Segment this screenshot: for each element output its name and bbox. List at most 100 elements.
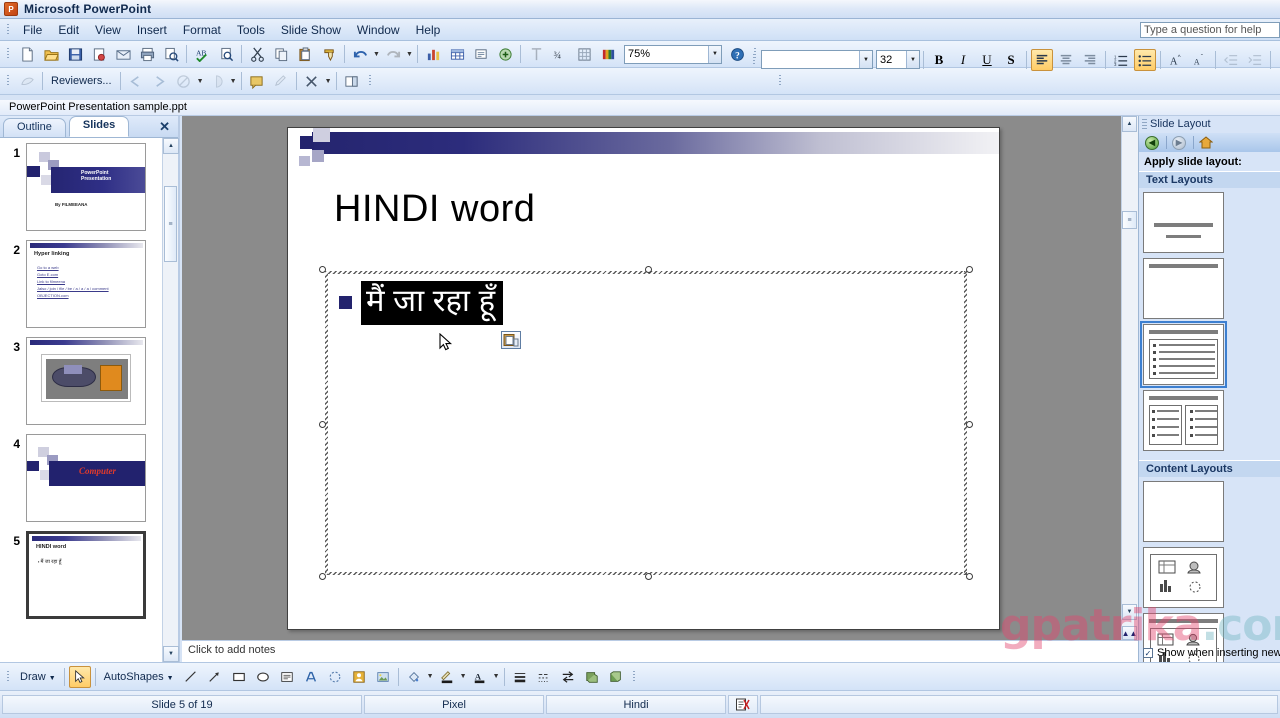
layout-title-only[interactable] — [1143, 258, 1224, 319]
drawing-toolbar-gripper[interactable] — [5, 669, 12, 685]
apply-dropdown-icon[interactable]: ▼ — [196, 71, 205, 91]
resize-handle[interactable] — [319, 266, 326, 273]
new-icon[interactable] — [16, 43, 38, 65]
list-item[interactable]: 1 PowerPoint Presentation By FILMEEANA — [0, 138, 162, 231]
menu-help[interactable]: Help — [408, 21, 449, 39]
permission-icon[interactable] — [88, 43, 110, 65]
layout-title-slide[interactable] — [1143, 192, 1224, 253]
font-size-dropdown-icon[interactable]: ▼ — [906, 51, 919, 68]
formatting-toolbar-gripper[interactable] — [777, 73, 784, 89]
decrease-font-icon[interactable]: Aˇ — [1189, 49, 1211, 71]
font-color-icon[interactable]: A — [469, 666, 491, 688]
undo-icon[interactable] — [349, 43, 371, 65]
previous-item-icon[interactable] — [125, 70, 147, 92]
edit-comment-icon[interactable] — [270, 70, 292, 92]
bullets-icon[interactable] — [1134, 48, 1156, 71]
list-item[interactable]: 4 Computer — [0, 425, 162, 522]
redo-icon[interactable] — [382, 43, 404, 65]
grayscale-icon[interactable]: ¾ — [549, 43, 571, 65]
fill-color-icon[interactable] — [403, 666, 425, 688]
thumbnail-scrollbar[interactable]: ▲ ≡ ▼ — [162, 138, 179, 662]
menu-slide-show[interactable]: Slide Show — [273, 21, 349, 39]
next-item-icon[interactable] — [149, 70, 171, 92]
menu-edit[interactable]: Edit — [50, 21, 87, 39]
slide-thumbnail-1[interactable]: PowerPoint Presentation By FILMEEANA — [26, 143, 146, 231]
save-icon[interactable] — [64, 43, 86, 65]
drawing-overflow-gripper[interactable] — [631, 669, 638, 685]
show-when-inserting-checkbox[interactable]: ✓ Show when inserting new slides — [1143, 647, 1280, 659]
menu-insert[interactable]: Insert — [129, 21, 175, 39]
oval-icon[interactable] — [252, 666, 274, 688]
line-icon[interactable] — [180, 666, 202, 688]
paste-options-icon[interactable] — [501, 331, 521, 349]
layout-content[interactable] — [1143, 547, 1224, 608]
checkbox-box[interactable]: ✓ — [1143, 648, 1153, 658]
slide-body-placeholder[interactable]: मैं जा रहा हूँ — [319, 266, 973, 580]
menu-file[interactable]: File — [15, 21, 50, 39]
cut-icon[interactable] — [246, 43, 268, 65]
unapply-dropdown-icon[interactable]: ▼ — [229, 71, 238, 91]
fill-color-dropdown-icon[interactable]: ▼ — [426, 667, 435, 687]
thumbnail-list[interactable]: 1 PowerPoint Presentation By FILMEEANA 2… — [0, 138, 162, 662]
scrollbar-thumb[interactable]: ≡ — [164, 186, 177, 262]
show-formatting-icon[interactable] — [525, 43, 547, 65]
reviewing-overflow-gripper[interactable] — [367, 73, 374, 89]
underline-button[interactable]: U — [976, 49, 998, 71]
slide-thumbnail-3[interactable] — [26, 337, 146, 425]
resize-handle[interactable] — [966, 266, 973, 273]
spelling-icon[interactable]: AB — [191, 43, 213, 65]
zoom-combo[interactable]: 75% ▼ — [624, 44, 722, 64]
resize-handle[interactable] — [645, 266, 652, 273]
scroll-up-button[interactable]: ▲ — [163, 138, 179, 154]
numbering-icon[interactable]: 123 — [1110, 49, 1132, 71]
scroll-down-button[interactable]: ▼ — [163, 646, 179, 662]
layout-title-and-text[interactable] — [1140, 321, 1227, 388]
scroll-up-button[interactable]: ▲ — [1122, 116, 1137, 132]
menu-gripper[interactable] — [5, 22, 12, 38]
decrease-indent-icon[interactable] — [1220, 49, 1242, 71]
undo-dropdown-icon[interactable]: ▼ — [372, 44, 381, 64]
delete-comment-icon[interactable] — [301, 70, 323, 92]
italic-button[interactable]: I — [952, 49, 974, 71]
insert-clip-art-icon[interactable] — [348, 666, 370, 688]
rectangle-icon[interactable] — [228, 666, 250, 688]
revisions-pane-icon[interactable] — [341, 70, 363, 92]
slide-vertical-scrollbar[interactable]: ▲ ≡ ▼ ▲▲ ▼▼ — [1121, 116, 1138, 662]
shadow-style-icon[interactable] — [581, 666, 603, 688]
delete-comment-dropdown-icon[interactable]: ▼ — [324, 71, 333, 91]
align-right-icon[interactable] — [1079, 49, 1101, 71]
line-color-icon[interactable] — [436, 666, 458, 688]
shadow-button[interactable]: S — [1000, 49, 1022, 71]
menu-tools[interactable]: Tools — [229, 21, 273, 39]
slide-thumbnail-5[interactable]: HINDI word ▪ मैं जा रहा हूँ — [26, 531, 146, 619]
center-icon[interactable] — [1055, 49, 1077, 71]
copy-icon[interactable] — [270, 43, 292, 65]
menu-window[interactable]: Window — [349, 21, 408, 39]
expand-all-icon[interactable] — [494, 43, 516, 65]
draw-menu-button[interactable]: Draw ▼ — [15, 671, 61, 683]
dash-style-icon[interactable] — [533, 666, 555, 688]
scrollbar-thumb[interactable]: ≡ — [1122, 211, 1137, 229]
autoshapes-menu-button[interactable]: AutoShapes ▼ — [99, 671, 179, 683]
font-color-icon[interactable]: A — [1275, 49, 1280, 71]
grid-icon[interactable] — [573, 43, 595, 65]
diagram-icon[interactable] — [324, 666, 346, 688]
bold-button[interactable]: B — [928, 49, 950, 71]
tab-outline[interactable]: Outline — [3, 118, 66, 137]
resize-handle[interactable] — [319, 573, 326, 580]
open-icon[interactable] — [40, 43, 62, 65]
markup-icon[interactable] — [16, 70, 38, 92]
menu-view[interactable]: View — [87, 21, 129, 39]
3d-style-icon[interactable] — [605, 666, 627, 688]
layout-title-and-2-column-text[interactable] — [1143, 390, 1224, 451]
insert-picture-icon[interactable] — [372, 666, 394, 688]
previous-slide-button[interactable]: ▲▲ — [1122, 626, 1137, 640]
reviewing-toolbar-gripper[interactable] — [5, 73, 12, 89]
help-question-input[interactable]: Type a question for help — [1140, 21, 1280, 38]
email-icon[interactable] — [112, 43, 134, 65]
line-style-icon[interactable] — [509, 666, 531, 688]
resize-handle[interactable] — [966, 421, 973, 428]
redo-dropdown-icon[interactable]: ▼ — [405, 44, 414, 64]
print-icon[interactable] — [136, 43, 158, 65]
home-icon[interactable] — [1197, 134, 1215, 151]
